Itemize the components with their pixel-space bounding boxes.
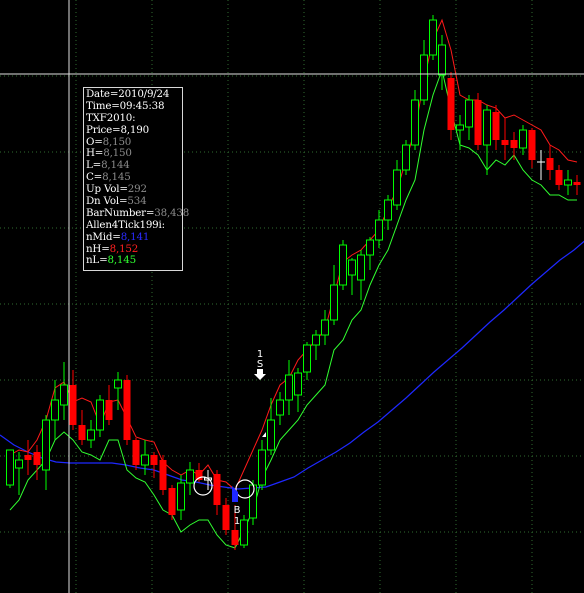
signal-circle (193, 476, 213, 496)
candle-body-down (510, 140, 518, 148)
info-label: H= (86, 147, 104, 160)
info-label: L= (86, 159, 102, 172)
candle-body-up (186, 469, 194, 484)
candle-body-up (393, 169, 401, 206)
candle-body-up (519, 129, 527, 149)
candle-body-up (267, 419, 275, 451)
candle-body-up (141, 454, 149, 466)
candle-body-up (177, 482, 185, 511)
candle-body-up (348, 259, 356, 276)
candle-body-up (60, 384, 68, 406)
candle-body-up (6, 449, 14, 486)
candle-body-up (402, 144, 410, 171)
candle-body-up (357, 254, 365, 281)
info-label: Dn Vol= (86, 195, 128, 208)
candle-body-up (411, 99, 419, 146)
candle-body-up (429, 19, 437, 56)
candle-body-down (213, 474, 221, 505)
info-label: nL= (86, 254, 108, 267)
info-value: 8,152 (109, 242, 139, 255)
info-label: C= (86, 171, 103, 184)
candle-body-up (114, 379, 122, 389)
info-label: BarNumber= (86, 206, 155, 219)
buy-signal-label: 1 (234, 516, 240, 527)
candle-body-up (51, 399, 59, 421)
candle-body-down (159, 460, 167, 490)
candle-body-up (375, 219, 383, 241)
candle-body-down (78, 425, 86, 440)
candle-body-up (258, 449, 266, 486)
info-row: nL=8,145 (86, 255, 182, 267)
candle-body-up (285, 374, 293, 401)
candle-body-up (330, 284, 338, 321)
info-value: 534 (127, 195, 147, 208)
info-label: Time= (86, 99, 120, 112)
sell-arrow-icon (254, 369, 266, 380)
candle-body-down (474, 100, 482, 145)
candle-body-up (96, 399, 104, 431)
info-label: Date= (86, 88, 119, 100)
candle-body-down (222, 505, 230, 530)
info-label: nH= (86, 242, 110, 255)
candle-body-up (87, 429, 95, 441)
info-value: 8,141 (120, 230, 150, 243)
info-value: 292 (127, 183, 147, 196)
candle-body-down (132, 440, 140, 465)
candle-body-down (447, 78, 455, 130)
candle-body-down (150, 455, 158, 465)
sell-signal-label: S (257, 359, 263, 370)
candle-body-down (573, 182, 581, 185)
candle-body-up (276, 399, 284, 416)
info-value: 8,144 (101, 159, 130, 172)
candle-body-up (564, 179, 572, 186)
candle-body-down (231, 530, 239, 545)
info-value: 8,150 (102, 135, 132, 148)
info-label: Allen4Tick199i: (86, 218, 165, 231)
candle-body-up (483, 109, 491, 146)
candle-body-up (240, 519, 248, 546)
info-value: 8,145 (107, 254, 137, 267)
marker-icon (262, 432, 266, 437)
buy-signal-label: B (234, 505, 241, 516)
data-info-panel: Date=2010/9/24 Time=09:45:38 TXF2010: Price… (83, 87, 189, 271)
candle-body-down (555, 170, 563, 185)
candle-body-down (69, 385, 77, 425)
candle-body-down (33, 452, 41, 465)
candle-body-up (249, 484, 257, 519)
info-value: 8,145 (102, 171, 131, 184)
candle-body-up (42, 419, 50, 471)
candle-body-up (321, 319, 329, 336)
candle-body-up (294, 372, 302, 396)
info-value: 09:45:38 (119, 99, 165, 112)
info-value: 8,150 (103, 147, 132, 160)
candle-body-down (168, 488, 176, 515)
candle-body-down (528, 130, 536, 160)
info-label: TXF2010: (86, 111, 136, 124)
candle-body-up (15, 459, 23, 469)
candle-body-up (456, 124, 464, 131)
info-label: Price= (86, 123, 121, 136)
candle-body-down (492, 112, 500, 140)
info-value: 8,190 (120, 123, 149, 136)
info-label: Up Vol= (86, 183, 128, 196)
candle-body-up (384, 199, 392, 221)
candle-body-down (546, 158, 554, 170)
candle-body-down (501, 140, 509, 145)
candle-body-up (366, 239, 374, 256)
info-label: O= (86, 135, 103, 148)
candle-body-up (339, 244, 347, 286)
chart-area[interactable]: 1SB1 Date=2010/9/24 Time=09:45:38 TXF2010:… (0, 0, 584, 593)
candle-body-up (465, 99, 473, 128)
info-label: nMid= (86, 230, 121, 243)
candle-body-up (420, 54, 428, 101)
nMid-line (0, 240, 584, 490)
candle-body-up (438, 44, 446, 76)
candle-body-up (312, 334, 320, 346)
candle-body-up (303, 344, 311, 373)
candle-body-down (24, 455, 32, 460)
candle-body-down (123, 380, 131, 440)
info-value: 38,438 (154, 206, 190, 219)
candle-body-down (105, 400, 113, 420)
info-value: 2010/9/24 (118, 88, 170, 100)
